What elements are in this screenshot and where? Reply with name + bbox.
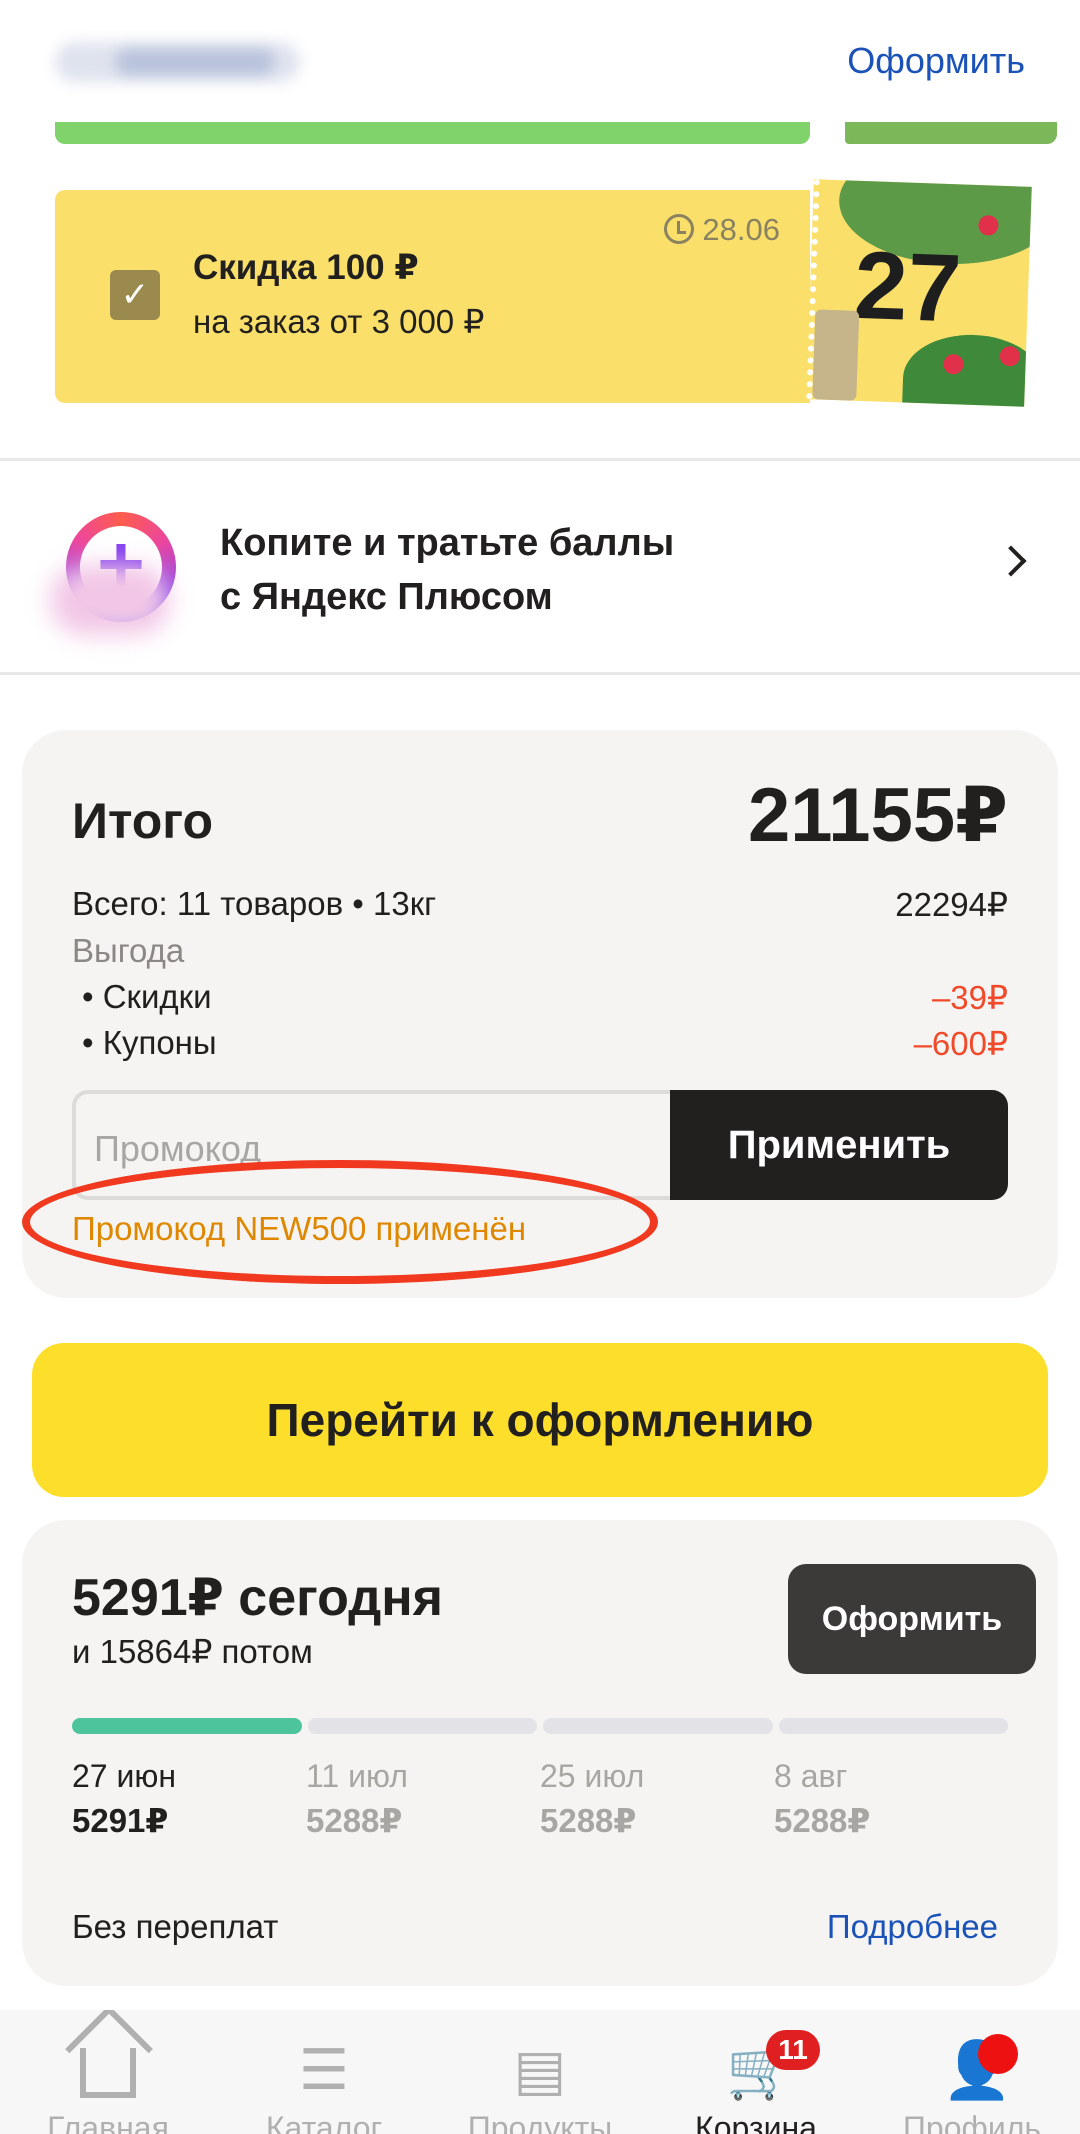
coupon-title: Скидка 100 ₽ [193,248,419,287]
divider [0,672,1080,675]
split-today-amount: 5291₽ сегодня [72,1569,443,1627]
bag-shape [812,309,860,401]
divider [0,458,1080,461]
schedule-amount: 5288₽ [540,1802,637,1839]
total-label: Итого [72,793,214,849]
nav-item-profile[interactable]: 👤 Профиль [864,2010,1080,2134]
discounts-value: –39₽ [931,979,1008,1016]
items-row: Всего: 11 товаров • 13кг 22294₽ [72,885,1008,924]
split-checkout-button[interactable]: Оформить [788,1564,1036,1674]
coupon-expiry-date: 28.06 [702,212,780,247]
nav-label: Продукты [467,2110,613,2134]
progress-segment [543,1718,773,1734]
schedule-item: 11 июл 5288₽ [306,1758,540,1840]
apply-promo-button[interactable]: Применить [670,1090,1008,1200]
schedule-date: 27 июн [72,1758,177,1794]
progress-segment [778,1718,1008,1734]
split-later-amount: и 15864₽ потом [72,1633,313,1670]
discounts-label: • Скидки [82,978,212,1015]
items-label: Всего: 11 товаров • 13кг [72,885,437,922]
home-icon [80,2048,136,2098]
schedule-item: 8 авг 5288₽ [774,1758,1008,1840]
schedule-amount: 5291₽ [72,1802,169,1839]
coupon-art-number: 27 [852,231,963,343]
coupons-label: • Купоны [82,1024,217,1061]
split-progress [72,1718,1008,1734]
savings-label: Выгода [72,932,185,969]
nav-item-products[interactable]: ▤ Продукты [432,2010,648,2134]
discounts-row: • Скидки –39₽ [72,978,1008,1017]
savings-row: Выгода [72,932,1008,970]
notification-dot [978,2034,1018,2074]
catalog-search-icon: ☰ [298,2038,350,2101]
nav-label: Каталог [265,2110,383,2134]
bottom-navigation: Главная ☰ Каталог ▤ Продукты 🛒 11 Корзин… [0,2010,1080,2134]
schedule-date: 8 авг [774,1758,848,1794]
previous-coupon-edge [55,122,810,144]
header-checkout-link[interactable]: Оформить [847,40,1025,82]
bush-shape [901,332,1032,407]
no-overpayment-label: Без переплат [72,1908,279,1945]
proceed-to-checkout-button[interactable]: Перейти к оформлению [32,1343,1048,1497]
nav-item-cart[interactable]: 🛒 11 Корзина [648,2010,864,2134]
schedule-item: 25 июл 5288₽ [540,1758,774,1840]
store-icon: ▤ [513,2038,567,2101]
cart-count-badge: 11 [766,2030,820,2070]
coupon-expiry: 28.06 [664,212,780,248]
items-value: 22294₽ [895,886,1008,923]
coupons-value: –600₽ [913,1025,1008,1062]
promo-applied-message: Промокод NEW500 применён [72,1210,527,1247]
previous-coupon-art-edge [845,122,1057,144]
discount-coupon[interactable]: ✓ Скидка 100 ₽ на заказ от 3 000 ₽ 28.06 [55,190,810,403]
nav-item-home[interactable]: Главная [0,2010,216,2134]
chevron-right-icon [995,545,1027,577]
schedule-amount: 5288₽ [306,1802,403,1839]
total-amount: 21155₽ [747,773,1008,858]
nav-label: Профиль [902,2110,1042,2134]
payment-schedule: 27 июн 5291₽ 11 июл 5288₽ 25 июл 5288₽ 8… [72,1758,1008,1840]
coupon-subtitle: на заказ от 3 000 ₽ [193,303,485,340]
schedule-item: 27 июн 5291₽ [72,1758,306,1840]
more-details-link[interactable]: Подробнее [827,1908,998,1946]
order-summary-card: Итого 21155₽ Всего: 11 товаров • 13кг 22… [22,730,1058,1298]
progress-segment [72,1718,302,1734]
clock-icon [664,214,695,244]
coupons-row: • Купоны –600₽ [72,1024,1008,1063]
schedule-amount: 5288₽ [774,1802,871,1839]
blurred-avatar [50,565,170,635]
schedule-date: 11 июл [306,1758,408,1794]
nav-item-catalog[interactable]: ☰ Каталог [216,2010,432,2134]
nav-label: Корзина [695,2110,817,2134]
yandex-plus-text: Копите и тратьте баллы с Яндекс Плюсом [220,522,675,618]
nav-label: Главная [47,2110,169,2134]
progress-segment [307,1718,537,1734]
blurred-title [55,42,300,82]
coupon-illustration: 27 [806,179,1032,407]
schedule-date: 25 июл [540,1758,645,1794]
split-payment-card: 5291₽ сегодня и 15864₽ потом Оформить 27… [22,1520,1058,1986]
yandex-plus-promo[interactable]: + Копите и тратьте баллы с Яндекс Плюсом [0,462,1080,672]
checkbox-checked-icon[interactable]: ✓ [110,270,160,320]
top-bar: Оформить [0,0,1080,122]
